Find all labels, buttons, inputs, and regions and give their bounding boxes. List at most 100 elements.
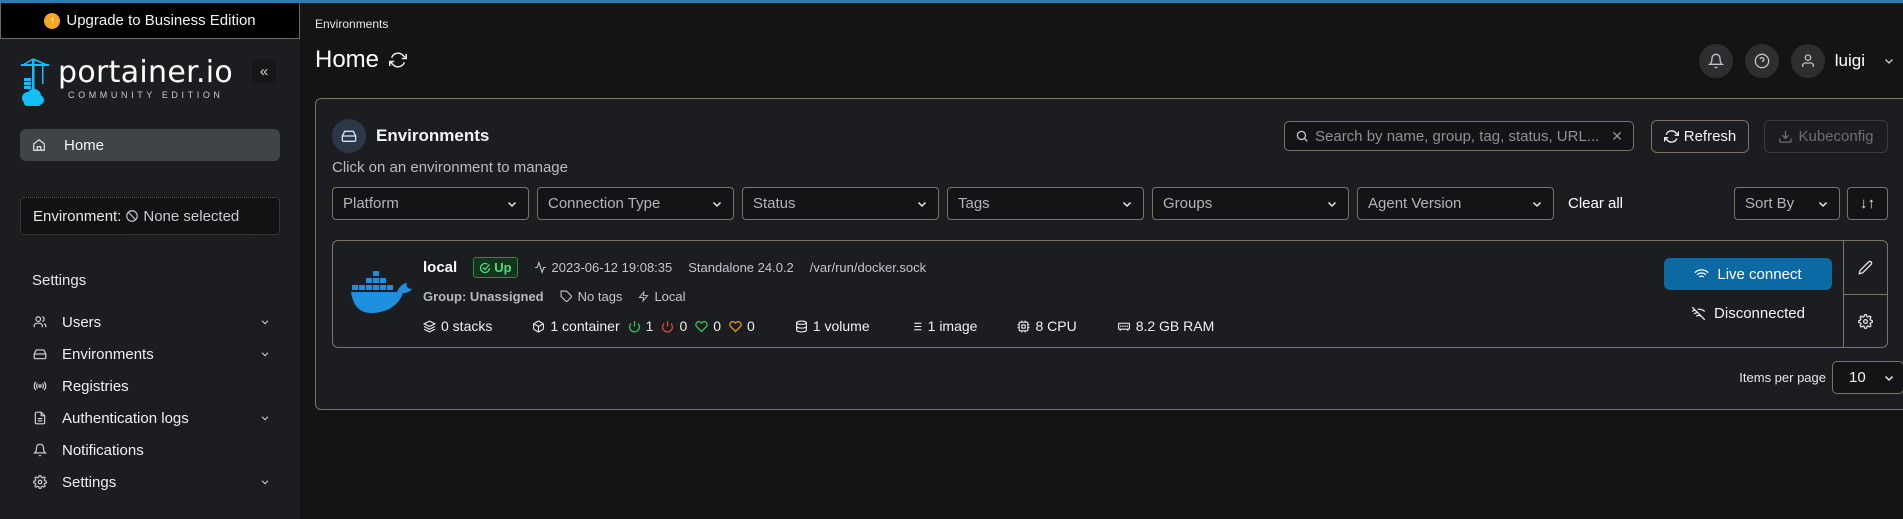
notifications-button[interactable]	[1698, 44, 1733, 78]
help-circle-icon	[1754, 53, 1770, 69]
environment-tags: No tags	[577, 289, 623, 304]
environment-url: /var/run/docker.sock	[809, 260, 927, 275]
last-check-timestamp: 2023-06-12 19:08:35	[551, 260, 673, 275]
kubeconfig-button[interactable]: Kubeconfig	[1764, 120, 1888, 153]
home-icon	[32, 138, 46, 152]
tag-icon	[560, 290, 573, 303]
filter-status[interactable]: Status	[742, 187, 939, 220]
sidebar-item-home[interactable]: Home	[20, 129, 280, 161]
environment-selector[interactable]: Environment: None selected	[20, 197, 280, 235]
gear-icon	[32, 474, 48, 490]
filter-platform[interactable]: Platform	[332, 187, 529, 220]
bell-icon	[32, 442, 48, 458]
filter-label: Agent Version	[1368, 195, 1462, 212]
chevron-down-icon[interactable]	[258, 413, 272, 423]
breadcrumb[interactable]: Environments	[315, 17, 388, 31]
environment-item[interactable]: local Up 2023-06-12 19:08:35 Standalone …	[332, 240, 1888, 348]
sidebar-item-notifications[interactable]: Notifications	[32, 434, 272, 466]
healthy-count: 0	[713, 318, 722, 334]
volumes-count: 1 volume	[812, 318, 870, 334]
sidebar-item-authentication-logs[interactable]: Authentication logs	[32, 402, 272, 434]
check-circle-icon	[479, 262, 491, 274]
chevron-down-icon[interactable]	[1883, 55, 1895, 67]
users-icon	[32, 314, 48, 330]
items-per-page-select[interactable]: 10	[1832, 361, 1903, 394]
filter-tags[interactable]: Tags	[947, 187, 1144, 220]
filter-bar: Platform Connection Type Status Tags Gro…	[332, 187, 1623, 220]
heart-unhealthy-icon	[729, 320, 742, 333]
hard-drive-icon	[32, 346, 48, 362]
sidebar-item-settings[interactable]: Settings	[32, 466, 272, 498]
stacks-count: 0 stacks	[441, 318, 493, 334]
box-icon	[532, 320, 545, 333]
hard-drive-icon	[332, 119, 366, 153]
filter-label: Groups	[1163, 195, 1213, 212]
download-icon	[1778, 129, 1793, 144]
user-menu[interactable]: luigi	[1790, 44, 1895, 78]
sidebar-item-label: Home	[64, 136, 105, 154]
sidebar-item-users[interactable]: Users	[32, 306, 272, 338]
environment-actions	[1843, 241, 1887, 347]
settings-section-title: Settings	[32, 272, 87, 289]
memory-icon	[1117, 320, 1131, 333]
ram-amount: 8.2 GB RAM	[1135, 318, 1215, 334]
zap-icon	[638, 291, 650, 302]
filter-connection-type[interactable]: Connection Type	[537, 187, 734, 220]
status-text: Up	[494, 260, 512, 275]
clear-all-filters-link[interactable]: Clear all	[1568, 195, 1623, 212]
chevron-down-icon	[1121, 198, 1133, 210]
user-icon	[1800, 53, 1816, 69]
sidebar-item-label: Environments	[62, 345, 154, 363]
chevron-down-icon[interactable]	[258, 317, 272, 327]
power-running-icon	[628, 320, 641, 333]
environment-settings-button[interactable]	[1844, 294, 1887, 347]
avatar[interactable]	[1790, 44, 1825, 78]
chevron-down-icon	[916, 198, 928, 210]
panel-subtitle: Click on an environment to manage	[332, 159, 568, 176]
sidebar-item-label: Notifications	[62, 441, 144, 459]
environment-label: Environment:	[33, 207, 122, 225]
environment-group: Group: Unassigned	[423, 289, 544, 304]
cpu-count: 8 CPU	[1035, 318, 1077, 334]
running-count: 1	[645, 318, 654, 334]
sort-by-select[interactable]: Sort By	[1734, 187, 1840, 220]
help-button[interactable]	[1744, 44, 1779, 78]
upgrade-banner-button[interactable]: ↑ Upgrade to Business Edition	[0, 3, 300, 39]
activity-icon	[534, 261, 547, 274]
chevron-down-icon	[1817, 198, 1829, 210]
search-icon	[1295, 129, 1309, 143]
collapse-sidebar-button[interactable]: «	[252, 59, 276, 83]
filter-groups[interactable]: Groups	[1152, 187, 1349, 220]
refresh-icon[interactable]	[389, 51, 408, 69]
environment-type: Standalone 24.0.2	[688, 260, 794, 275]
username[interactable]: luigi	[1835, 51, 1865, 71]
status-badge: Up	[473, 257, 518, 278]
top-accent-bar	[0, 0, 1903, 3]
logo-edition: COMMUNITY EDITION	[68, 90, 224, 100]
refresh-button[interactable]: Refresh	[1651, 120, 1749, 153]
portainer-logo[interactable]: portainer.io COMMUNITY EDITION	[18, 58, 233, 108]
loading-spinner-icon	[1887, 10, 1903, 32]
images-count: 1 image	[927, 318, 978, 334]
radio-icon	[32, 378, 48, 394]
items-per-page-value: 10	[1849, 369, 1866, 386]
connection-state: Disconnected	[1664, 301, 1832, 325]
connection-state-label: Disconnected	[1714, 304, 1805, 322]
clear-search-icon[interactable]: ✕	[1611, 128, 1623, 145]
chevron-down-icon	[1531, 198, 1543, 210]
chevron-down-icon[interactable]	[258, 349, 272, 359]
filter-agent-version[interactable]: Agent Version	[1357, 187, 1554, 220]
sort-direction-button[interactable]: ↓↑	[1847, 187, 1888, 220]
sidebar-item-registries[interactable]: Registries	[32, 370, 272, 402]
refresh-label: Refresh	[1683, 128, 1737, 145]
page-title: Home	[315, 46, 408, 74]
edit-environment-button[interactable]	[1844, 241, 1887, 294]
chevron-down-icon[interactable]	[258, 477, 272, 487]
heart-healthy-icon	[695, 320, 708, 333]
sidebar-item-environments[interactable]: Environments	[32, 338, 272, 370]
live-connect-button[interactable]: Live connect	[1664, 258, 1832, 290]
chevron-down-icon	[1326, 198, 1338, 210]
portainer-crane-icon	[21, 58, 49, 106]
search-box: ✕	[1284, 121, 1634, 151]
search-input[interactable]	[1315, 127, 1606, 145]
